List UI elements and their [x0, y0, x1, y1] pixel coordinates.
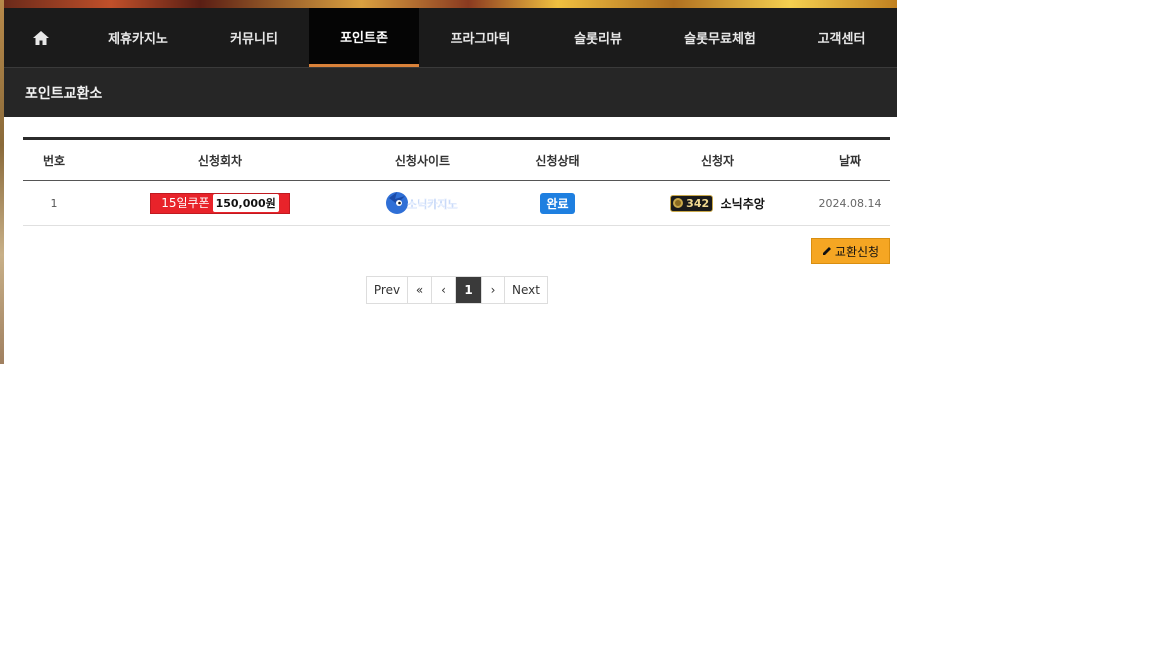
nav-item-partner-casino[interactable]: 제휴카지노 — [77, 8, 199, 67]
table-header-row: 번호 신청회차 신청사이트 신청상태 신청자 날짜 — [23, 138, 890, 181]
main-nav: 제휴카지노 커뮤니티 포인트존 프라그마틱 슬롯리뷰 슬롯무료체험 고객센터 — [4, 8, 897, 68]
page-prev-arrow[interactable]: ‹ — [432, 277, 456, 303]
page-title: 포인트교환소 — [25, 85, 103, 102]
home-icon — [32, 30, 49, 45]
coupon-amount: 150,000원 — [212, 193, 279, 212]
status-badge: 완료 — [540, 192, 575, 214]
status-cell: 완료 — [490, 180, 625, 226]
exchange-request-label: 교환신청 — [834, 244, 880, 259]
svg-text:소닉카지노: 소닉카지노 — [407, 197, 458, 211]
exchange-table: 번호 신청회차 신청사이트 신청상태 신청자 날짜 1 15일쿠폰 150,00… — [23, 137, 890, 226]
page-next-arrow[interactable]: › — [482, 277, 505, 303]
pagination: Prev « ‹ 1 › Next — [366, 276, 548, 304]
coupon-badge[interactable]: 15일쿠폰 150,000원 — [150, 192, 290, 214]
site-cell: 소닉카지노 — [355, 180, 490, 226]
page-prev-button[interactable]: Prev — [367, 277, 408, 303]
nav-item-community[interactable]: 커뮤니티 — [199, 8, 309, 67]
header-banner — [4, 0, 897, 8]
level-medal-icon — [673, 198, 684, 208]
header-status: 신청상태 — [535, 153, 580, 168]
nav-home[interactable] — [4, 8, 77, 67]
user-name[interactable]: 소닉추앙 — [721, 197, 765, 211]
header-number: 번호 — [42, 153, 66, 168]
row-number: 1 — [23, 180, 85, 226]
nav-item-pragmatic[interactable]: 프라그마틱 — [419, 8, 542, 67]
nav-item-point-zone[interactable]: 포인트존 — [309, 8, 419, 67]
site-logo-icon[interactable]: 소닉카지노 — [383, 188, 463, 218]
header-date: 날짜 — [838, 153, 862, 168]
header-applicant: 신청자 — [700, 153, 735, 168]
page-title-bar: 포인트교환소 — [4, 68, 897, 117]
applicant-cell: 342 소닉추앙 — [625, 180, 810, 226]
nav-item-slot-review[interactable]: 슬롯리뷰 — [542, 8, 654, 67]
level-badge: 342 — [670, 194, 714, 212]
level-number: 342 — [686, 196, 710, 210]
exchange-request-button[interactable]: 교환신청 — [811, 238, 890, 264]
coupon-label: 15일쿠폰 — [161, 196, 210, 210]
page-wrapper: 제휴카지노 커뮤니티 포인트존 프라그마틱 슬롯리뷰 슬롯무료체험 고객센터 포… — [4, 0, 897, 365]
row-date: 2024.08.14 — [818, 196, 882, 210]
header-round: 신청회차 — [197, 153, 243, 168]
pencil-icon — [822, 247, 831, 255]
nav-item-free-slot[interactable]: 슬롯무료체험 — [654, 8, 786, 67]
page-next-button[interactable]: Next — [505, 277, 547, 303]
page-first-button[interactable]: « — [408, 277, 432, 303]
table-row[interactable]: 1 15일쿠폰 150,000원 소닉카지노 완료 342 소닉추앙 2024.… — [23, 180, 890, 226]
coupon-cell: 15일쿠폰 150,000원 — [85, 180, 355, 226]
nav-item-customer-center[interactable]: 고객센터 — [786, 8, 897, 67]
page-current[interactable]: 1 — [456, 277, 482, 303]
date-cell: 2024.08.14 — [810, 180, 890, 226]
content-area: 번호 신청회차 신청사이트 신청상태 신청자 날짜 1 15일쿠폰 150,00… — [4, 117, 897, 365]
header-site: 신청사이트 — [394, 153, 451, 168]
